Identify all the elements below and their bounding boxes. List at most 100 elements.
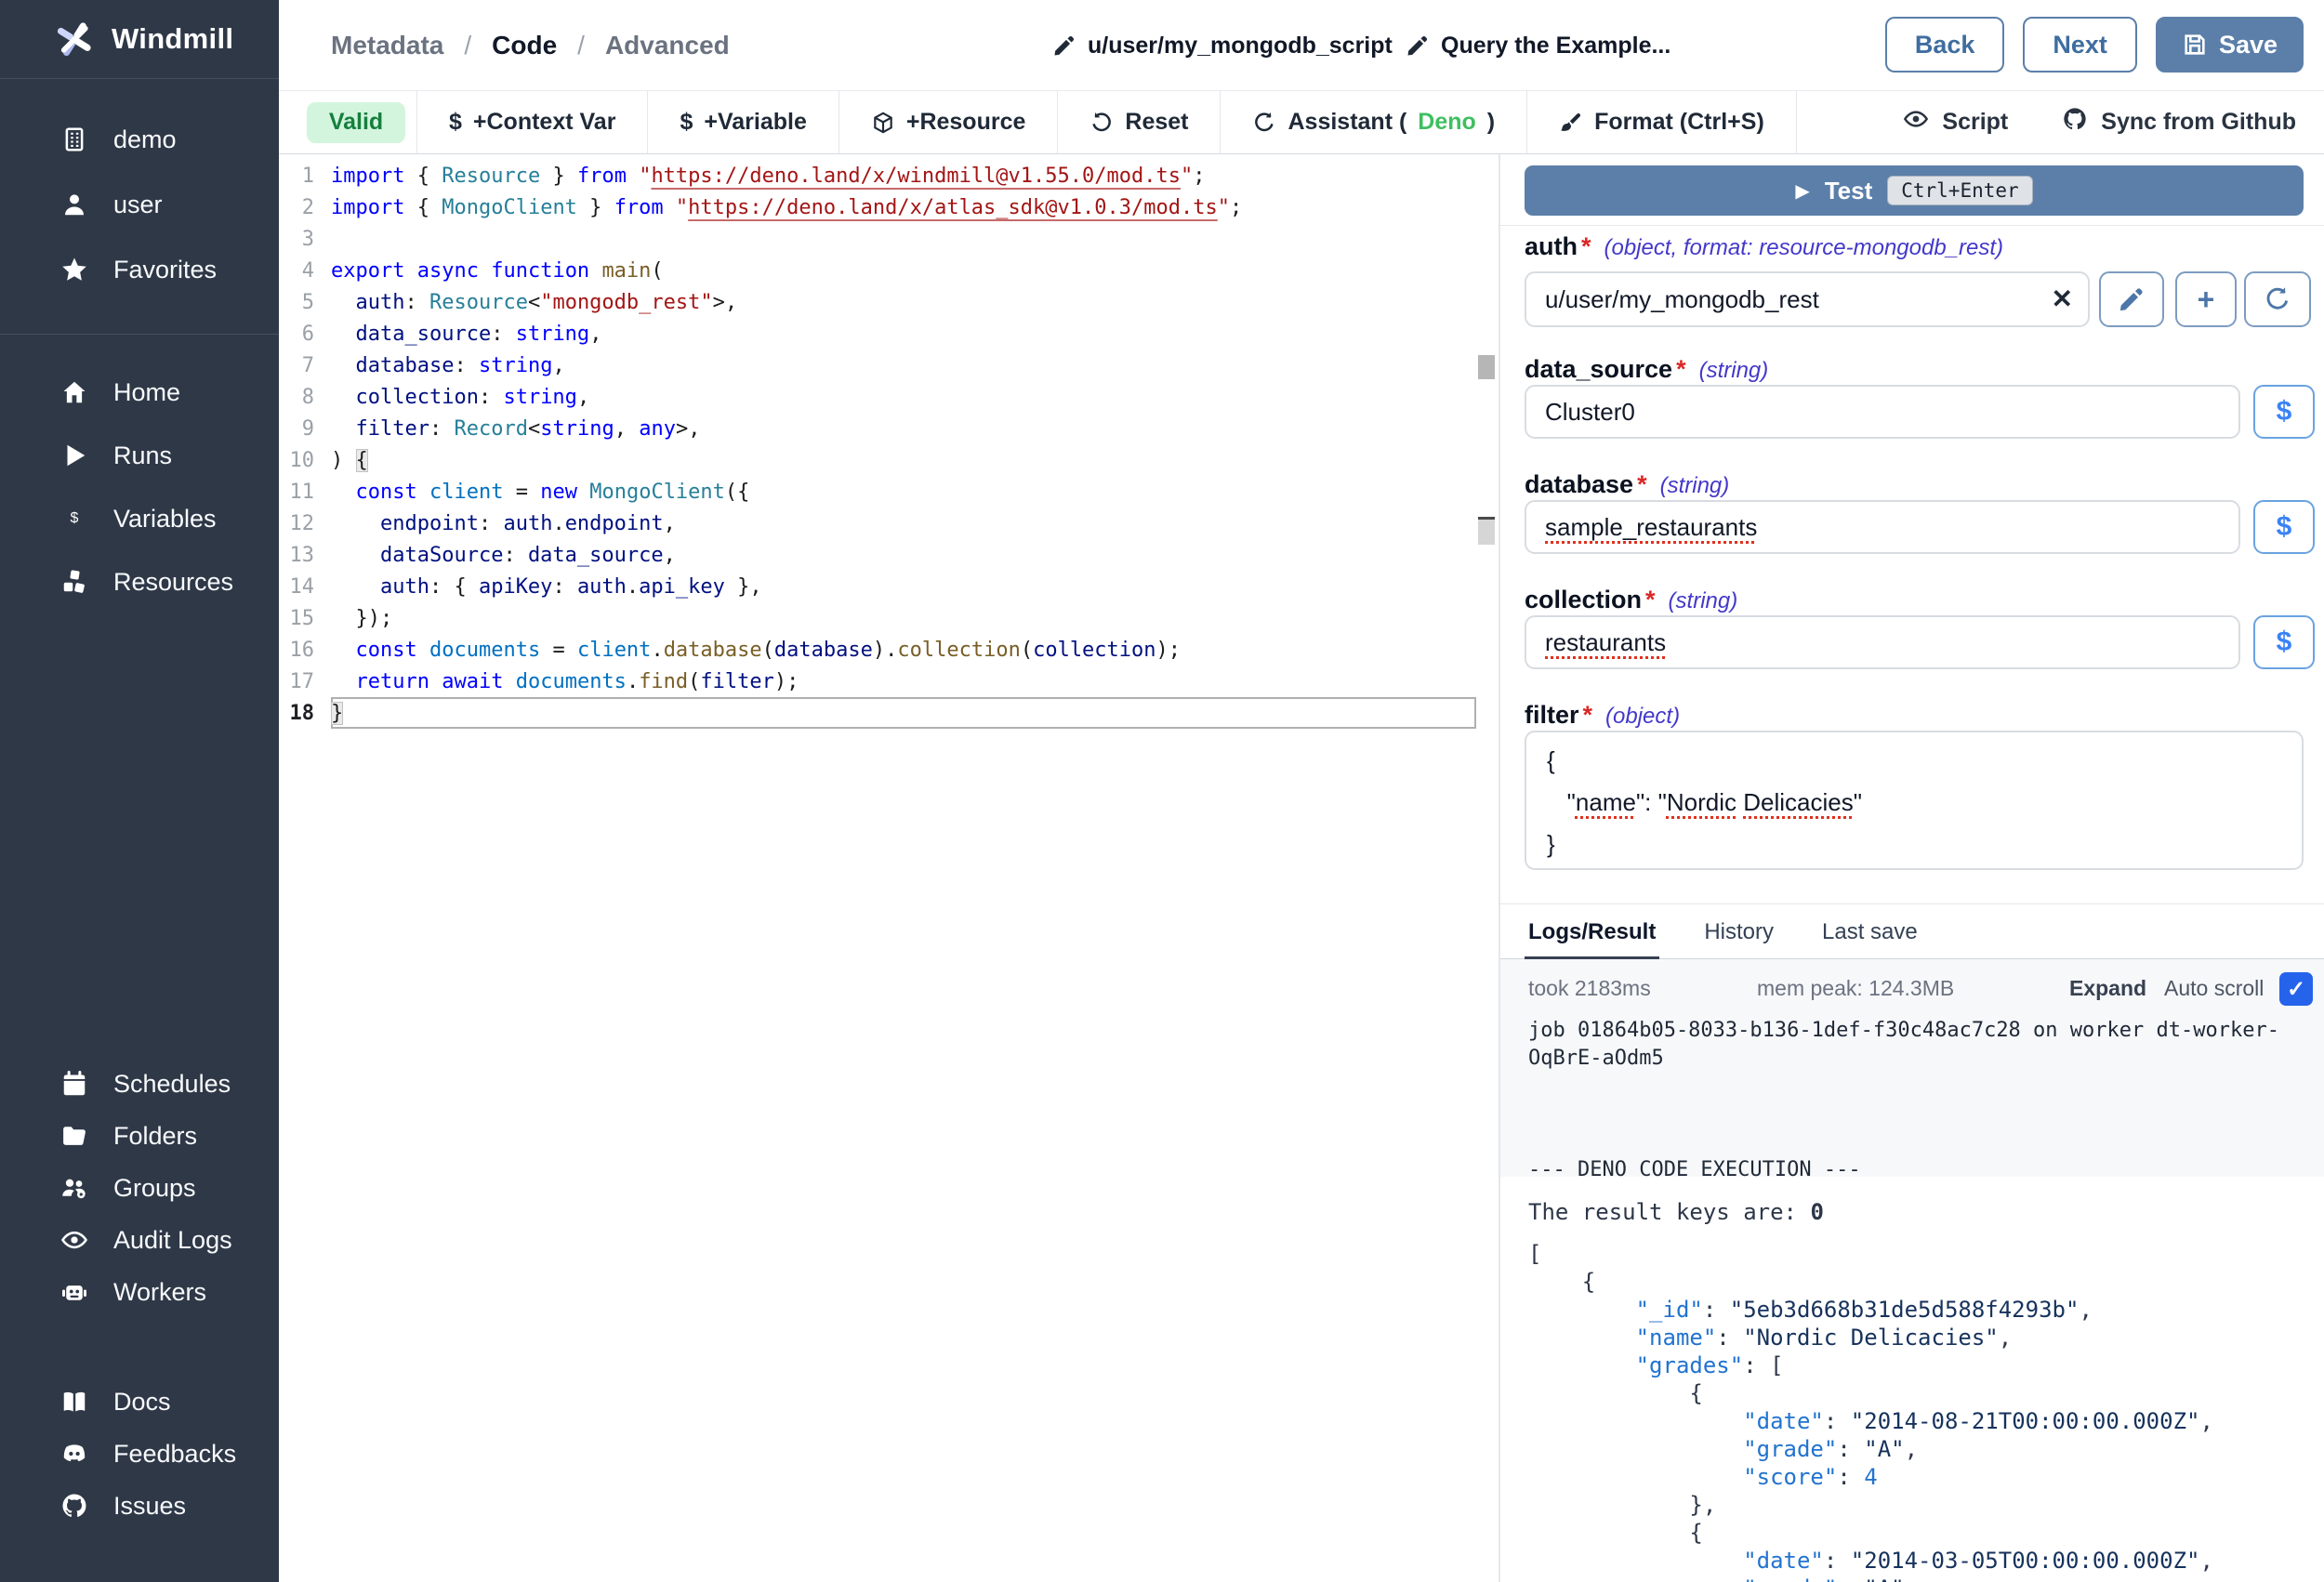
home-icon [59, 377, 89, 407]
code-line-6[interactable]: 6 data_source: string, [279, 318, 1476, 349]
tab-last-save[interactable]: Last save [1822, 904, 1918, 960]
sidebar-item-runs[interactable]: Runs [0, 424, 279, 487]
line-number: 16 [279, 639, 331, 662]
windmill-logo[interactable]: Windmill [0, 0, 279, 78]
code-line-15[interactable]: 15 }); [279, 602, 1476, 634]
code-line-11[interactable]: 11 const client = new MongoClient({ [279, 476, 1476, 508]
mem-peak: mem peak: 124.3MB [1757, 976, 1954, 1001]
save-button[interactable]: Save [2156, 17, 2304, 73]
expand-button[interactable]: Expand [2069, 976, 2146, 1001]
database-input[interactable]: sample_restaurants [1525, 500, 2240, 554]
sidebar-item-variables[interactable]: $Variables [0, 487, 279, 550]
package-icon [871, 111, 895, 135]
play-icon [59, 441, 89, 470]
line-number: 13 [279, 544, 331, 567]
back-button[interactable]: Back [1885, 17, 2005, 73]
toolbar-button-resource[interactable]: +Resource [839, 91, 1059, 153]
editor-scrollbar[interactable] [1476, 154, 1497, 1582]
code-line-18[interactable]: 18} [279, 697, 1476, 729]
sidebar-item-user[interactable]: user [0, 172, 279, 237]
insert-variable-button[interactable]: $ [2253, 500, 2315, 554]
code-line-10[interactable]: 10) { [279, 444, 1476, 476]
dollar-icon: $ [2277, 628, 2292, 656]
code-line-9[interactable]: 9 filter: Record<string, any>, [279, 413, 1476, 444]
code-line-7[interactable]: 7 database: string, [279, 349, 1476, 381]
toolbar-button-script[interactable]: Script [1903, 106, 2008, 138]
sidebar-item-favorites[interactable]: Favorites [0, 237, 279, 302]
github-icon [2062, 106, 2088, 138]
sidebar-item-audit-logs[interactable]: Audit Logs [0, 1214, 279, 1266]
database-field-label: database* (string) [1525, 470, 1729, 504]
sidebar-item-workers[interactable]: Workers [0, 1266, 279, 1318]
toolbar-button-variable[interactable]: $+Variable [648, 91, 838, 153]
calendar-icon [59, 1069, 89, 1099]
dollar-icon: $ [2277, 398, 2292, 426]
refresh-icon [2264, 285, 2291, 313]
code-line-17[interactable]: 17 return await documents.find(filter); [279, 666, 1476, 697]
sidebar: Windmill demouserFavorites HomeRuns$Vari… [0, 0, 279, 1582]
next-button[interactable]: Next [2023, 17, 2137, 73]
run-duration: took 2183ms [1528, 976, 1651, 1001]
insert-variable-button[interactable]: $ [2253, 385, 2315, 439]
run-stats: took 2183ms mem peak: 124.3MB Expand Aut… [1500, 969, 2324, 1009]
toolbar-button-reset[interactable]: Reset [1058, 91, 1221, 153]
refresh-resource-button[interactable] [2244, 271, 2311, 327]
add-resource-button[interactable]: + [2175, 271, 2237, 327]
sidebar-item-groups[interactable]: Groups [0, 1162, 279, 1214]
toolbar-button-format-ctrl-s[interactable]: Format (Ctrl+S) [1527, 91, 1797, 153]
tab-code[interactable]: Code [492, 31, 557, 60]
line-number: 12 [279, 512, 331, 535]
sidebar-item-issues[interactable]: Issues [0, 1480, 279, 1532]
data-source-input[interactable]: Cluster0 [1525, 385, 2240, 439]
code-line-8[interactable]: 8 collection: string, [279, 381, 1476, 413]
code-line-12[interactable]: 12 endpoint: auth.endpoint, [279, 508, 1476, 539]
valid-badge[interactable]: Valid [307, 102, 405, 143]
edit-resource-button[interactable] [2099, 271, 2164, 327]
overview-cursor-marker [1478, 517, 1495, 545]
line-number: 18 [279, 702, 331, 725]
tab-separator: / [464, 31, 471, 60]
sidebar-item-folders[interactable]: Folders [0, 1110, 279, 1162]
code-line-3[interactable]: 3 [279, 223, 1476, 255]
code-line-4[interactable]: 4export async function main( [279, 255, 1476, 286]
script-summary[interactable]: Query the Example... [1406, 0, 1670, 91]
filter-json-editor[interactable]: { "name": "Nordic Delicacies"} [1525, 731, 2304, 870]
code-line-14[interactable]: 14 auth: { apiKey: auth.api_key }, [279, 571, 1476, 602]
toolbar-left: Valid $+Context Var$+Variable+ResourceRe… [307, 91, 1797, 153]
github-icon [59, 1491, 89, 1521]
code-line-1[interactable]: 1import { Resource } from "https://deno.… [279, 160, 1476, 191]
sidebar-item-schedules[interactable]: Schedules [0, 1058, 279, 1110]
toolbar-button-assistant[interactable]: Assistant (Deno) [1221, 91, 1527, 153]
code-line-16[interactable]: 16 const documents = client.database(dat… [279, 634, 1476, 666]
auth-resource-input[interactable]: u/user/my_mongodb_rest ✕ [1525, 271, 2090, 327]
code-editor[interactable]: 1import { Resource } from "https://deno.… [279, 154, 1499, 1582]
star-icon [59, 255, 89, 284]
collection-input[interactable]: restaurants [1525, 615, 2240, 669]
result-json: The result keys are: 0 [ { "_id": "5eb3d… [1500, 1177, 2324, 1582]
test-button[interactable]: ▶ Test Ctrl+Enter [1525, 165, 2304, 216]
cubes-icon [59, 567, 89, 597]
toolbar-button-context-var[interactable]: $+Context Var [416, 91, 648, 153]
tab-history[interactable]: History [1704, 904, 1774, 960]
eye-icon [59, 1225, 89, 1255]
sidebar-item-resources[interactable]: Resources [0, 550, 279, 613]
toolbar-button-sync-from-github[interactable]: Sync from Github [2062, 106, 2296, 138]
tab-logs-result[interactable]: Logs/Result [1528, 904, 1656, 960]
sidebar-item-feedbacks[interactable]: Feedbacks [0, 1428, 279, 1480]
insert-variable-button[interactable]: $ [2253, 615, 2315, 669]
clear-icon[interactable]: ✕ [2052, 286, 2073, 312]
dollar-icon: $ [680, 109, 693, 136]
code-line-13[interactable]: 13 dataSource: data_source, [279, 539, 1476, 571]
code-line-5[interactable]: 5 auth: Resource<"mongodb_rest">, [279, 286, 1476, 318]
line-number: 14 [279, 575, 331, 599]
sidebar-item-docs[interactable]: Docs [0, 1376, 279, 1428]
autoscroll-checkbox[interactable]: ✓ [2279, 972, 2313, 1006]
code-line-2[interactable]: 2import { MongoClient } from "https://de… [279, 191, 1476, 223]
sidebar-item-home[interactable]: Home [0, 361, 279, 424]
tab-metadata[interactable]: Metadata [331, 31, 443, 60]
sidebar-item-demo[interactable]: demo [0, 107, 279, 172]
tab-advanced[interactable]: Advanced [605, 31, 730, 60]
robot-icon [59, 1277, 89, 1307]
script-path[interactable]: u/user/my_mongodb_script [1052, 0, 1393, 91]
windmill-app: Windmill demouserFavorites HomeRuns$Vari… [0, 0, 2324, 1582]
